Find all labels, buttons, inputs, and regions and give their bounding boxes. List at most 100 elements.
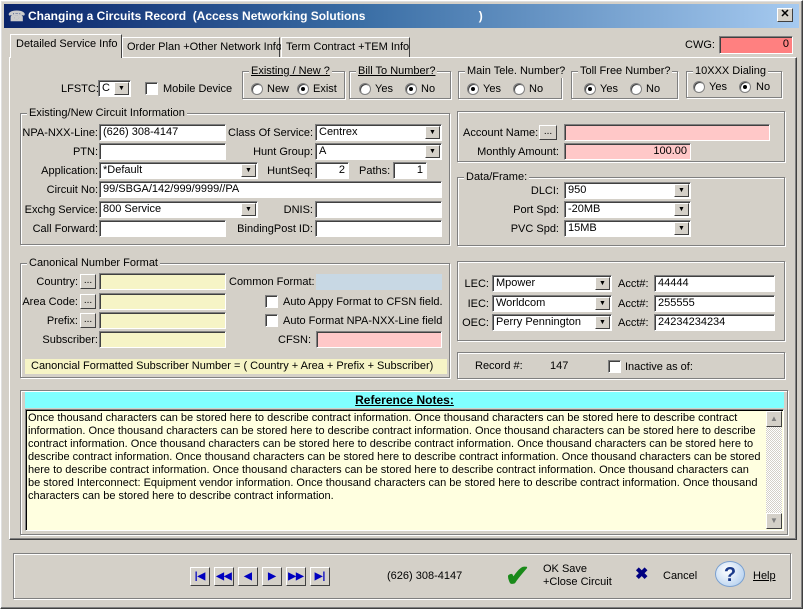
- close-button[interactable]: ✕: [777, 8, 793, 22]
- radio-bill-yes[interactable]: [359, 83, 371, 95]
- chevron-down-icon[interactable]: ▼: [674, 184, 689, 197]
- radio-bill-no[interactable]: [405, 83, 417, 95]
- radio-10xxx-no[interactable]: [739, 81, 751, 93]
- radio-main-no-label: No: [529, 83, 544, 95]
- chevron-down-icon[interactable]: ▼: [595, 297, 610, 310]
- oec-acct-field[interactable]: 24234234234: [654, 314, 775, 331]
- oec-label: OEC:: [462, 317, 489, 329]
- chevron-down-icon[interactable]: ▼: [595, 316, 610, 329]
- telephone-icon: ☎: [8, 8, 26, 24]
- subscriber-field[interactable]: [99, 331, 226, 348]
- pvc-spd-select[interactable]: 15MB ▼: [564, 220, 691, 237]
- last-record-button[interactable]: ▶|: [310, 567, 330, 586]
- chevron-down-icon[interactable]: ▼: [674, 222, 689, 235]
- radio-10xxx-no-label: No: [756, 81, 771, 93]
- next-page-button[interactable]: ▶▶: [286, 567, 306, 586]
- hunt-group-select[interactable]: A ▼: [315, 143, 442, 160]
- chevron-down-icon[interactable]: ▼: [425, 126, 440, 139]
- scroll-up-icon[interactable]: ▲: [766, 411, 782, 427]
- ok-save-close-button[interactable]: ✔ OK Save +Close Circuit: [501, 559, 612, 595]
- area-code-browse-button[interactable]: ...: [80, 294, 96, 309]
- radio-main-yes-label: Yes: [483, 83, 501, 95]
- ptn-field[interactable]: [99, 143, 226, 160]
- cancel-button[interactable]: ✖ Cancel: [631, 565, 701, 587]
- first-icon: |◀: [194, 571, 206, 582]
- chevron-down-icon[interactable]: ▼: [595, 277, 610, 290]
- inactive-checkbox[interactable]: [608, 360, 621, 373]
- help-button[interactable]: ? Help: [715, 559, 779, 593]
- prev-page-button[interactable]: ◀◀: [214, 567, 234, 586]
- cfsn-field[interactable]: [316, 331, 442, 348]
- cfsn-label: CFSN:: [278, 334, 311, 346]
- radio-tollfree-yes-label: Yes: [600, 83, 618, 95]
- lec-acct-field[interactable]: 44444: [654, 275, 775, 292]
- tab-term-contract[interactable]: Term Contract +TEM Info: [281, 37, 410, 57]
- paths-field[interactable]: 1: [393, 162, 427, 179]
- class-of-service-select[interactable]: Centrex ▼: [315, 124, 442, 141]
- hunt-seq-field[interactable]: 2: [315, 162, 349, 179]
- common-format-field[interactable]: [316, 274, 442, 290]
- area-code-field[interactable]: [99, 293, 226, 310]
- country-browse-button[interactable]: ...: [80, 274, 96, 289]
- auto-format-npa-checkbox[interactable]: [265, 314, 278, 327]
- binding-post-id-label: BindingPost ID:: [237, 223, 313, 235]
- radio-main-yes[interactable]: [467, 83, 479, 95]
- application-label: Application:: [41, 165, 98, 177]
- auto-format-npa-label: Auto Format NPA-NXX-Line field: [283, 315, 443, 327]
- circuit-no-field[interactable]: 99/SBGA/142/999/9999//PA: [99, 181, 442, 198]
- next-record-button[interactable]: ▶: [262, 567, 282, 586]
- dnis-field[interactable]: [315, 201, 442, 218]
- fast-forward-icon: ▶▶: [288, 571, 304, 582]
- radio-10xxx-yes[interactable]: [693, 81, 705, 93]
- radio-main-no[interactable]: [513, 83, 525, 95]
- common-format-label: Common Format:: [229, 276, 315, 288]
- tab-order-plan[interactable]: Order Plan +Other Network Info: [122, 37, 282, 57]
- account-name-field[interactable]: [564, 124, 770, 141]
- monthly-amount-label: Monthly Amount:: [477, 146, 559, 158]
- scroll-down-icon[interactable]: ▼: [766, 513, 782, 529]
- radio-exist-label: Exist: [313, 83, 337, 95]
- prev-record-button[interactable]: ◀: [238, 567, 258, 586]
- dlci-select[interactable]: 950 ▼: [564, 182, 691, 199]
- chevron-down-icon[interactable]: ▼: [114, 82, 129, 95]
- radio-tollfree-yes[interactable]: [584, 83, 596, 95]
- binding-post-id-field[interactable]: [315, 220, 442, 237]
- iec-acct-field[interactable]: 255555: [654, 295, 775, 312]
- radio-exist[interactable]: [297, 83, 309, 95]
- reference-notes-textarea[interactable]: Once thousand characters can be stored h…: [25, 409, 784, 531]
- chevron-down-icon[interactable]: ▼: [674, 203, 689, 216]
- mobile-device-checkbox[interactable]: [145, 82, 158, 95]
- prefix-field[interactable]: [99, 312, 226, 329]
- chevron-down-icon[interactable]: ▼: [425, 145, 440, 158]
- call-forward-field[interactable]: [99, 220, 226, 237]
- lfstc-select[interactable]: C ▼: [98, 80, 131, 97]
- application-select[interactable]: *Default ▼: [99, 162, 258, 179]
- subscriber-label: Subscriber:: [42, 334, 98, 346]
- tab-detailed-service-info[interactable]: Detailed Service Info: [10, 34, 122, 58]
- country-field[interactable]: [99, 273, 226, 290]
- cwg-field[interactable]: 0: [719, 36, 793, 54]
- prefix-browse-button[interactable]: ...: [80, 313, 96, 328]
- iec-select[interactable]: Worldcom ▼: [492, 295, 612, 312]
- inactive-label: Inactive as of:: [625, 361, 693, 373]
- exchg-service-label: Exchg Service:: [24, 204, 98, 216]
- radio-bill-yes-label: Yes: [375, 83, 393, 95]
- lec-select[interactable]: Mpower ▼: [492, 275, 612, 292]
- circuit-record-window: ☎ Changing a Circuits Record (Access Net…: [0, 0, 803, 609]
- auto-apply-format-checkbox[interactable]: [265, 295, 278, 308]
- port-spd-label: Port Spd:: [513, 204, 559, 216]
- title-bar: ☎ Changing a Circuits Record (Access Net…: [4, 4, 799, 28]
- radio-tollfree-no[interactable]: [630, 83, 642, 95]
- monthly-amount-field[interactable]: 100.00: [564, 143, 691, 160]
- dnis-label: DNIS:: [283, 204, 313, 216]
- oec-select[interactable]: Perry Pennington ▼: [492, 314, 612, 331]
- notes-scrollbar[interactable]: ▲ ▼: [766, 411, 782, 529]
- dlci-label: DLCI:: [530, 185, 559, 197]
- npa-nxx-line-field[interactable]: (626) 308-4147: [99, 124, 226, 141]
- cfsn-formula: Canoncial Formatted Subscriber Number = …: [25, 359, 447, 374]
- port-spd-select[interactable]: -20MB ▼: [564, 201, 691, 218]
- lec-acct-label: Acct#:: [618, 278, 649, 290]
- radio-new[interactable]: [251, 83, 263, 95]
- first-record-button[interactable]: |◀: [190, 567, 210, 586]
- account-browse-button[interactable]: ...: [539, 125, 557, 140]
